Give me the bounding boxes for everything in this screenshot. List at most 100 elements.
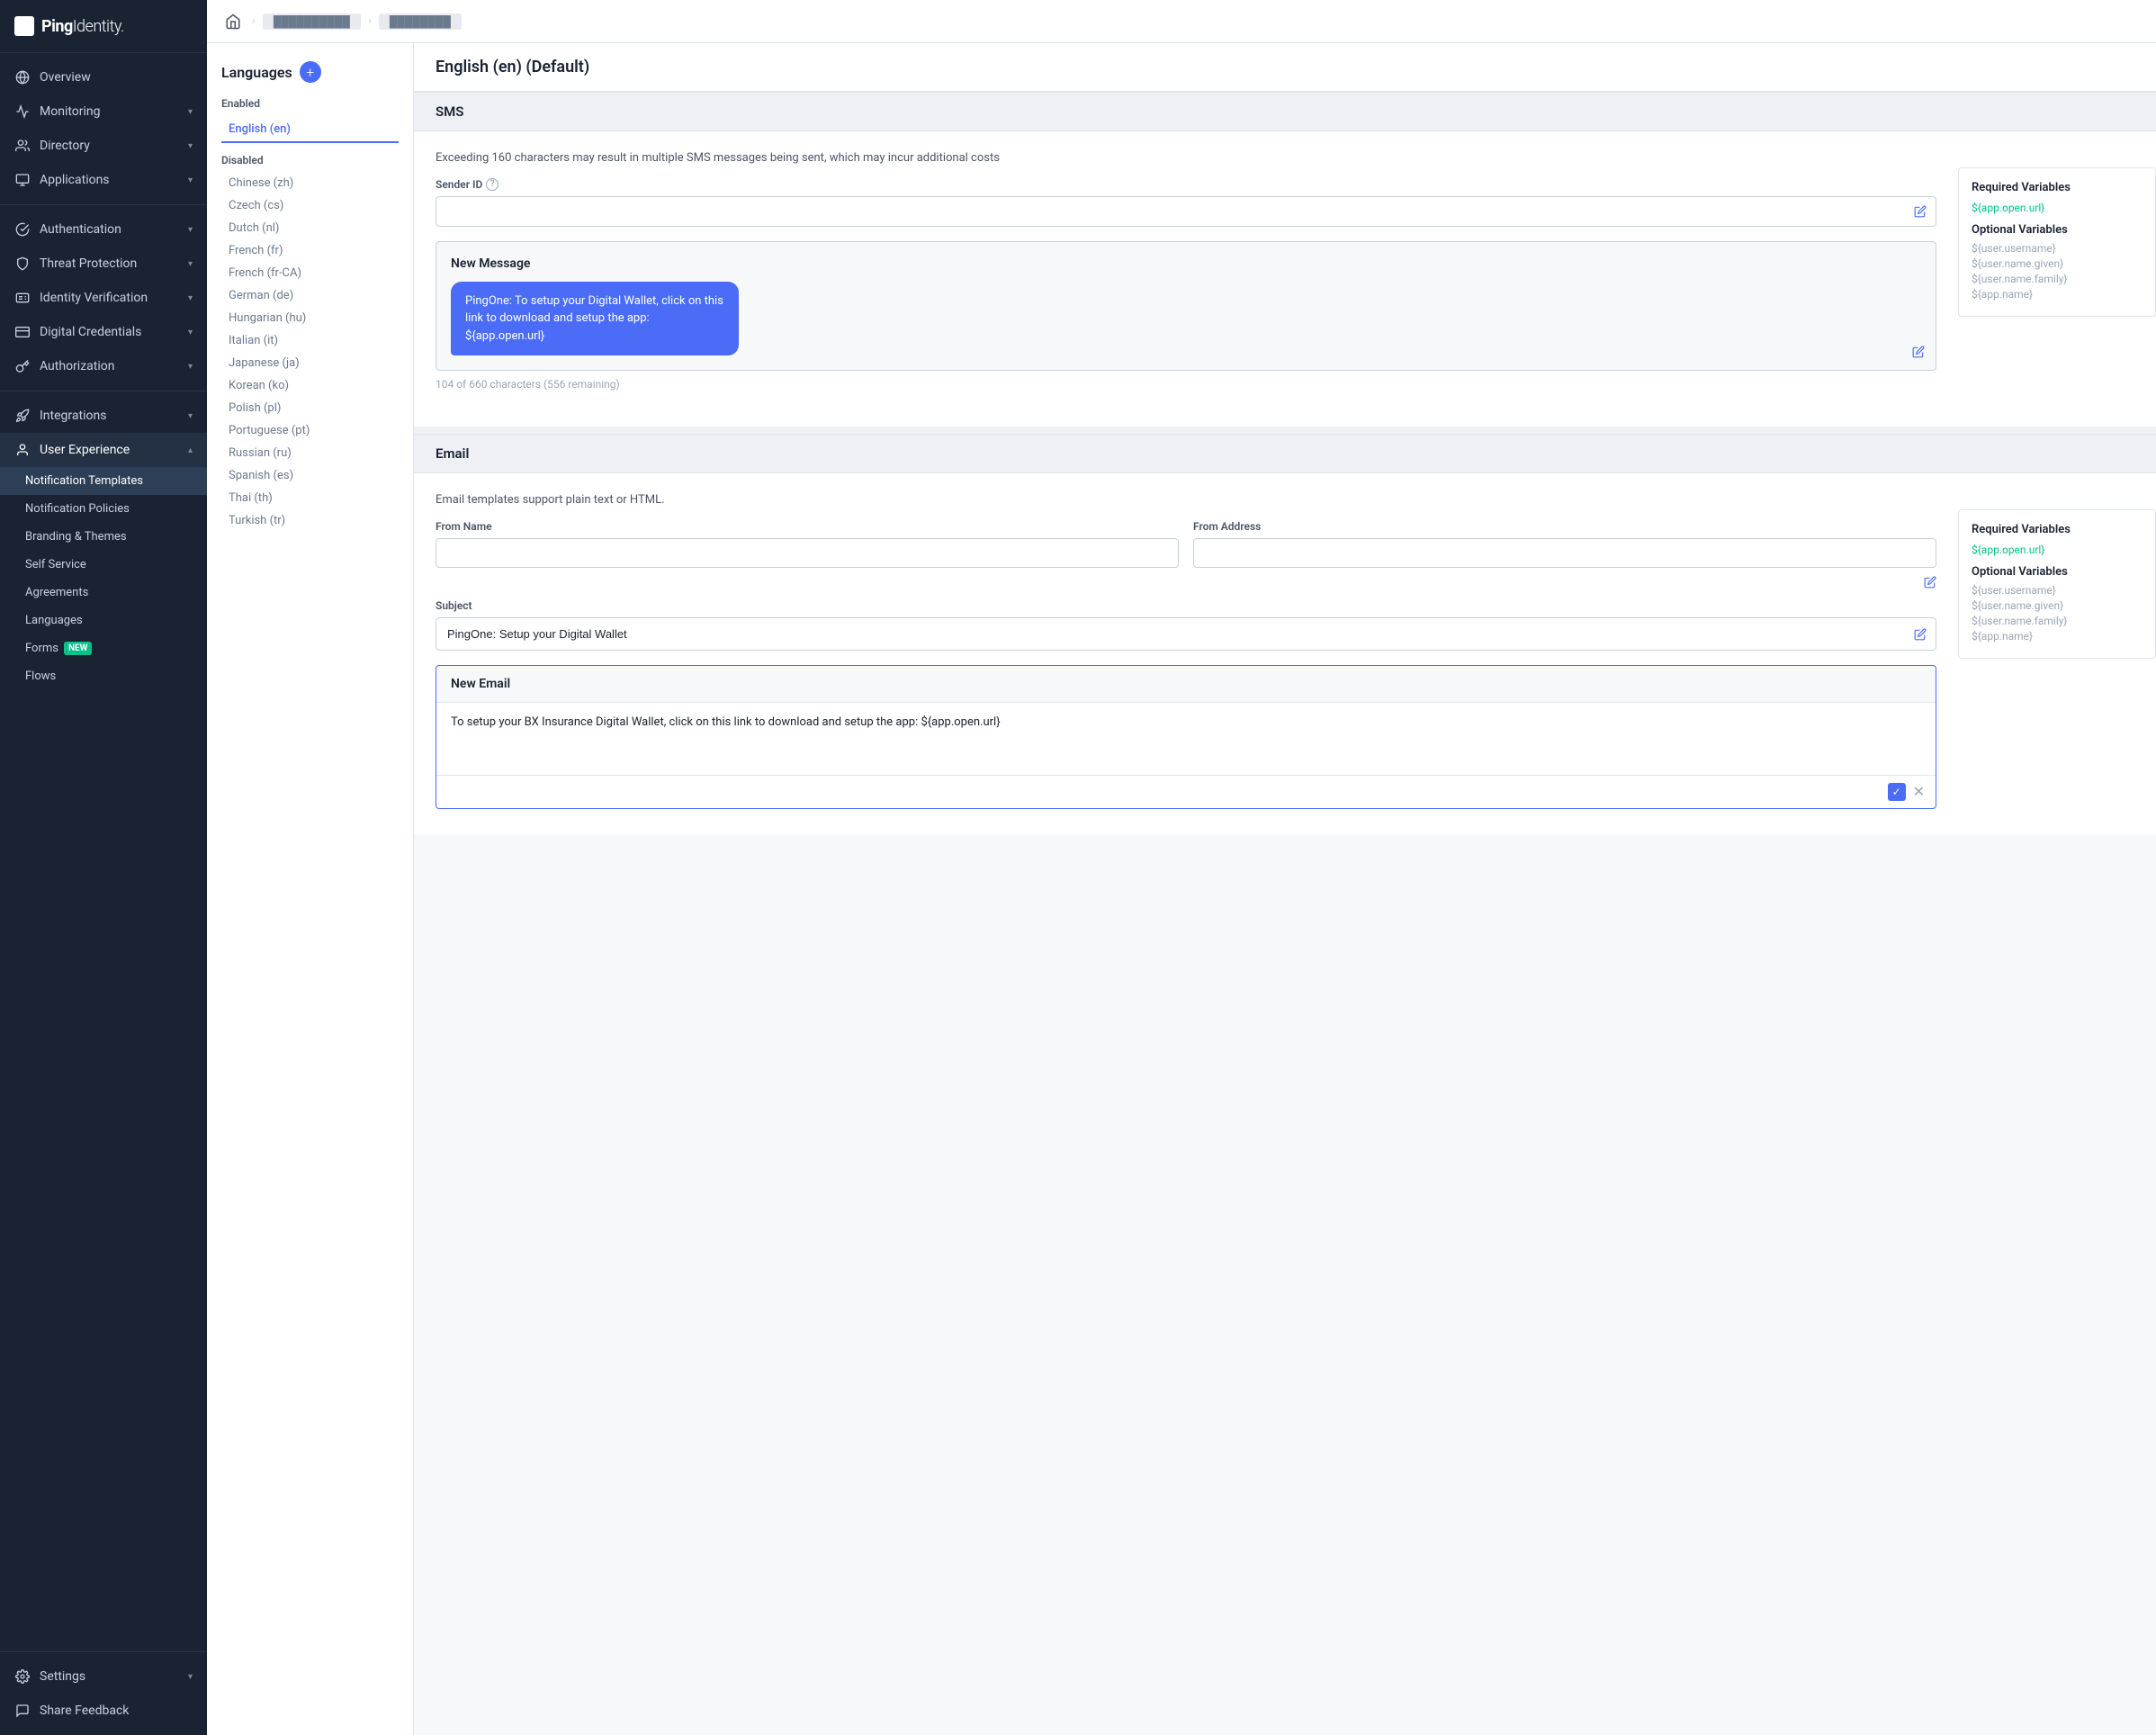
language-item-es[interactable]: Spanish (es) — [221, 464, 399, 487]
sender-id-input-row — [436, 196, 1936, 227]
sidebar-item-overview[interactable]: Overview — [0, 60, 207, 94]
template-title: English (en) (Default) — [436, 58, 2134, 76]
sidebar-item-settings[interactable]: Settings ▾ — [0, 1659, 207, 1694]
sms-content: Exceeding 160 characters may result in m… — [414, 131, 2156, 427]
sidebar-item-applications[interactable]: Applications ▾ — [0, 163, 207, 197]
sidebar-item-monitoring-label: Monitoring — [40, 104, 179, 119]
subject-label: Subject — [436, 599, 1936, 612]
sidebar-item-digital-credentials[interactable]: Digital Credentials ▾ — [0, 315, 207, 349]
email-optional-vars-title: Optional Variables — [1972, 565, 2143, 579]
email-body[interactable]: To setup your BX Insurance Digital Walle… — [436, 703, 1936, 775]
sidebar-item-applications-label: Applications — [40, 173, 179, 187]
chevron-down-icon: ▾ — [188, 175, 193, 185]
sms-optional-var-3: ${app.name} — [1972, 288, 2143, 301]
language-item-pl[interactable]: Polish (pl) — [221, 397, 399, 419]
disabled-section-label: Disabled — [221, 154, 399, 166]
sub-nav-branding-themes[interactable]: Branding & Themes — [0, 523, 207, 551]
sender-id-label: Sender ID ? — [436, 178, 1936, 191]
sub-nav-forms[interactable]: Forms NEW — [0, 634, 207, 662]
nav-divider — [0, 204, 207, 205]
sidebar-item-settings-label: Settings — [40, 1669, 179, 1684]
sms-required-var-0[interactable]: ${app.open.url} — [1972, 202, 2143, 214]
sidebar-item-threat-protection[interactable]: Threat Protection ▾ — [0, 247, 207, 281]
sidebar-item-authentication[interactable]: Authentication ▾ — [0, 212, 207, 247]
sidebar-item-identity-verification[interactable]: Identity Verification ▾ — [0, 281, 207, 315]
add-language-button[interactable]: + — [300, 61, 321, 83]
language-item-cs[interactable]: Czech (cs) — [221, 194, 399, 217]
breadcrumb-sep2: › — [368, 14, 372, 28]
sidebar-item-directory-label: Directory — [40, 139, 179, 153]
topbar: › ██████████ › ████████ — [207, 0, 2156, 43]
sms-bubble: PingOne: To setup your Digital Wallet, c… — [451, 282, 739, 356]
from-address-input[interactable] — [1193, 538, 1936, 568]
email-confirm-button[interactable]: ✓ — [1888, 783, 1906, 801]
breadcrumb-item: ████████ — [379, 13, 462, 30]
sub-nav-languages[interactable]: Languages — [0, 607, 207, 634]
sub-nav-self-service[interactable]: Self Service — [0, 551, 207, 579]
language-item-fr-ca[interactable]: French (fr-CA) — [221, 262, 399, 284]
sender-id-input[interactable] — [436, 197, 1905, 225]
from-edit-button[interactable] — [1924, 573, 1936, 590]
sidebar-item-integrations[interactable]: Integrations ▾ — [0, 399, 207, 433]
sender-id-edit-button[interactable] — [1905, 197, 1936, 226]
logo: PingIdentity. — [0, 0, 207, 53]
activity-icon — [14, 103, 31, 120]
language-item-en[interactable]: English (en) — [221, 117, 399, 143]
language-item-th[interactable]: Thai (th) — [221, 487, 399, 509]
chat-icon — [14, 1703, 31, 1719]
from-name-input[interactable] — [436, 538, 1179, 568]
sidebar-item-share-feedback[interactable]: Share Feedback — [0, 1694, 207, 1728]
language-item-de[interactable]: German (de) — [221, 284, 399, 307]
sub-nav-forms-label: Forms — [25, 642, 58, 655]
sub-nav-notification-policies-label: Notification Policies — [25, 502, 130, 516]
sidebar-nav: Overview Monitoring ▾ Directory ▾ Applic… — [0, 53, 207, 1651]
sms-optional-var-0: ${user.username} — [1972, 242, 2143, 255]
language-item-zh[interactable]: Chinese (zh) — [221, 172, 399, 194]
language-item-it[interactable]: Italian (it) — [221, 329, 399, 352]
breadcrumb: › ██████████ › ████████ — [252, 13, 462, 30]
chevron-down-icon: ▾ — [188, 411, 193, 421]
sidebar-item-directory[interactable]: Directory ▾ — [0, 129, 207, 163]
sidebar-item-authorization-label: Authorization — [40, 359, 179, 373]
email-main: Email templates support plain text or HT… — [414, 473, 1958, 834]
sidebar-item-monitoring[interactable]: Monitoring ▾ — [0, 94, 207, 129]
email-description: Email templates support plain text or HT… — [436, 491, 1936, 509]
language-item-pt[interactable]: Portuguese (pt) — [221, 419, 399, 442]
language-item-nl[interactable]: Dutch (nl) — [221, 217, 399, 239]
sidebar-item-user-experience[interactable]: User Experience ▴ — [0, 433, 207, 467]
language-item-ko[interactable]: Korean (ko) — [221, 374, 399, 397]
from-address-label: From Address — [1193, 520, 1936, 533]
subject-input-row — [436, 617, 1936, 651]
breadcrumb-env: ██████████ — [263, 13, 361, 30]
email-close-button[interactable]: ✕ — [1913, 783, 1925, 800]
disabled-section: Disabled Chinese (zh) Czech (cs) Dutch (… — [221, 154, 399, 532]
chevron-down-icon: ▾ — [188, 107, 193, 117]
email-variables-panel: Required Variables ${app.open.url} Optio… — [1958, 509, 2156, 659]
email-required-var-0[interactable]: ${app.open.url} — [1972, 544, 2143, 556]
home-icon[interactable] — [225, 12, 241, 31]
email-from-row: From Name From Address — [436, 520, 1936, 568]
chevron-down-icon: ▾ — [188, 362, 193, 372]
subject-edit-button[interactable] — [1905, 618, 1936, 650]
subject-input[interactable] — [436, 620, 1905, 648]
from-name-group: From Name — [436, 520, 1179, 568]
language-item-fr[interactable]: French (fr) — [221, 239, 399, 262]
sms-message-edit-button[interactable] — [1912, 345, 1925, 359]
email-editor-footer: ✓ ✕ — [436, 775, 1936, 808]
sub-nav-notification-templates[interactable]: Notification Templates — [0, 467, 207, 495]
sub-nav-agreements[interactable]: Agreements — [0, 579, 207, 607]
language-item-ja[interactable]: Japanese (ja) — [221, 352, 399, 374]
language-item-tr[interactable]: Turkish (tr) — [221, 509, 399, 532]
sub-nav-notification-policies[interactable]: Notification Policies — [0, 495, 207, 523]
sms-variables-panel: Required Variables ${app.open.url} Optio… — [1958, 167, 2156, 317]
sub-nav-flows[interactable]: Flows — [0, 662, 207, 690]
language-item-hu[interactable]: Hungarian (hu) — [221, 307, 399, 329]
sub-nav-languages-label: Languages — [25, 614, 83, 627]
email-required-vars-title: Required Variables — [1972, 523, 2143, 536]
sender-id-help-icon[interactable]: ? — [486, 178, 499, 191]
sidebar-item-integrations-label: Integrations — [40, 409, 179, 423]
language-item-ru[interactable]: Russian (ru) — [221, 442, 399, 464]
sidebar-item-digital-credentials-label: Digital Credentials — [40, 325, 179, 339]
sidebar-item-authorization[interactable]: Authorization ▾ — [0, 349, 207, 383]
email-section-label: Email — [414, 434, 2156, 473]
